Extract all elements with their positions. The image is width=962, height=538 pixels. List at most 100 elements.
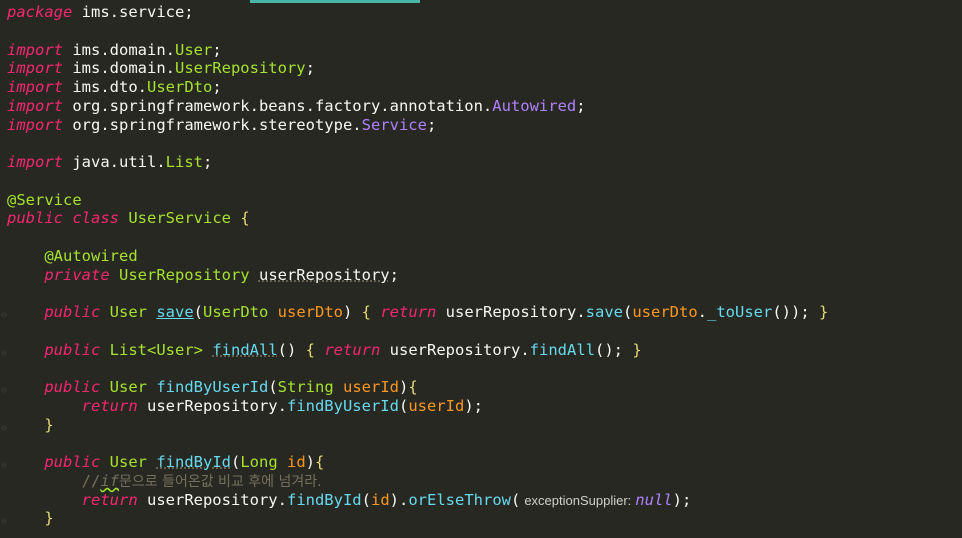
punct: . xyxy=(277,396,287,415)
keyword: import xyxy=(7,40,63,59)
punct: ) xyxy=(343,303,353,321)
import-package: ims.domain. xyxy=(63,59,175,78)
brace: { xyxy=(408,378,418,396)
punct: ; xyxy=(426,115,437,134)
punct: ); xyxy=(672,490,692,509)
code-line: ⊖ public List<User> findAll() { return u… xyxy=(1,340,962,360)
import-package: ims.dto. xyxy=(63,78,147,96)
keyword: return xyxy=(371,303,437,321)
keyword: public xyxy=(7,340,101,359)
type-name: List xyxy=(100,340,147,359)
param-type: String xyxy=(277,378,334,396)
keyword: public xyxy=(7,303,101,321)
method-name[interactable]: findById xyxy=(156,453,231,471)
argument: id xyxy=(370,490,390,509)
code-line: import org.springframework.stereotype.Se… xyxy=(7,116,962,135)
method-call: findByUserId xyxy=(286,396,399,415)
code-editor[interactable]: package ims.service; import ims.domain.U… xyxy=(1,3,962,538)
code-line: //if문으로 들어온값 비교 후에 넘겨라. xyxy=(7,472,962,491)
method-name[interactable]: findAll xyxy=(212,341,277,359)
code-line: package ims.service; xyxy=(7,3,962,22)
punct: ( xyxy=(193,303,204,321)
code-line: return userRepository.findById(id).orEls… xyxy=(7,491,962,510)
argument: userDto xyxy=(632,303,698,321)
keyword: return xyxy=(7,490,138,509)
code-line: ⊖ public User save(UserDto userDto) { re… xyxy=(1,303,962,322)
keyword: import xyxy=(7,115,63,134)
brace: } xyxy=(819,303,829,321)
param-type: Long xyxy=(240,453,278,471)
annotation: @Autowired xyxy=(7,246,138,265)
code-line: ⊖ } xyxy=(1,509,962,528)
comment: // xyxy=(7,471,101,490)
keyword: public xyxy=(7,453,101,471)
literal: null xyxy=(635,490,673,509)
import-class: Autowired xyxy=(492,96,577,115)
code-line: import ims.domain.UserRepository; xyxy=(7,59,962,78)
identifier: userRepository xyxy=(137,490,278,509)
brace: { xyxy=(296,340,316,359)
punct: ); xyxy=(464,396,483,415)
method-name[interactable]: findByUserId xyxy=(147,378,268,396)
argument: userId xyxy=(408,396,465,415)
punct: . xyxy=(576,303,586,321)
punct: ) xyxy=(399,378,409,396)
punct: ( xyxy=(398,396,409,415)
punct: (); xyxy=(595,340,633,359)
generic-type: <User> xyxy=(147,340,203,359)
brace: { xyxy=(230,209,250,228)
method-call: _toUser xyxy=(707,303,773,321)
param-name: userId xyxy=(333,378,399,396)
code-line: ⊖ } xyxy=(1,416,962,435)
code-line: ⊖ public User findById(Long id){ xyxy=(1,453,962,472)
identifier: userRepository xyxy=(380,340,521,359)
punct: . xyxy=(277,490,287,509)
punct: ; xyxy=(305,59,315,78)
code-line: import java.util.List; xyxy=(7,153,962,172)
punct: ( xyxy=(268,378,278,396)
type-name: UserRepository xyxy=(109,265,250,284)
import-class: Service xyxy=(361,115,427,134)
punct: . xyxy=(520,340,530,359)
fold-icon[interactable]: ⊖ xyxy=(1,513,7,532)
code-line: import org.springframework.beans.factory… xyxy=(7,97,962,116)
import-package: java.util. xyxy=(63,153,166,171)
identifier: userRepository xyxy=(137,396,278,415)
keyword: package xyxy=(7,3,73,21)
import-class: UserDto xyxy=(147,78,213,96)
code-line: return userRepository.findByUserId(userI… xyxy=(7,397,962,416)
punct: ; xyxy=(202,153,213,171)
punct: ). xyxy=(389,490,409,509)
import-package: ims.domain. xyxy=(63,40,175,59)
punct: ( xyxy=(623,303,633,321)
punct: . xyxy=(697,303,708,321)
identifier: userRepository xyxy=(436,303,577,321)
method-call: findAll xyxy=(529,340,595,359)
keyword: import xyxy=(7,78,63,96)
keyword: class xyxy=(63,209,119,228)
punct: ; xyxy=(389,265,399,284)
punct: ) xyxy=(305,453,316,471)
parameter-hint: exceptionSupplier: xyxy=(524,492,632,508)
import-class: UserRepository xyxy=(174,59,306,78)
method-name[interactable]: save xyxy=(156,303,193,321)
keyword: import xyxy=(7,153,63,171)
method-call: save xyxy=(585,303,623,321)
param-type: UserDto xyxy=(203,303,269,321)
code-line: public class UserService { xyxy=(7,209,962,228)
punct: ( xyxy=(361,490,371,509)
method-call: findById xyxy=(286,490,362,509)
code-line: @Service xyxy=(7,191,962,210)
punct: ; xyxy=(212,40,222,59)
code-line: ⊖ public User findByUserId(String userId… xyxy=(1,378,962,397)
comment: if xyxy=(100,471,119,490)
code-line: private UserRepository userRepository; xyxy=(7,266,962,285)
field-name[interactable]: userRepository xyxy=(259,266,390,284)
code-line: import ims.dto.UserDto; xyxy=(7,78,962,97)
brace: } xyxy=(632,340,642,359)
